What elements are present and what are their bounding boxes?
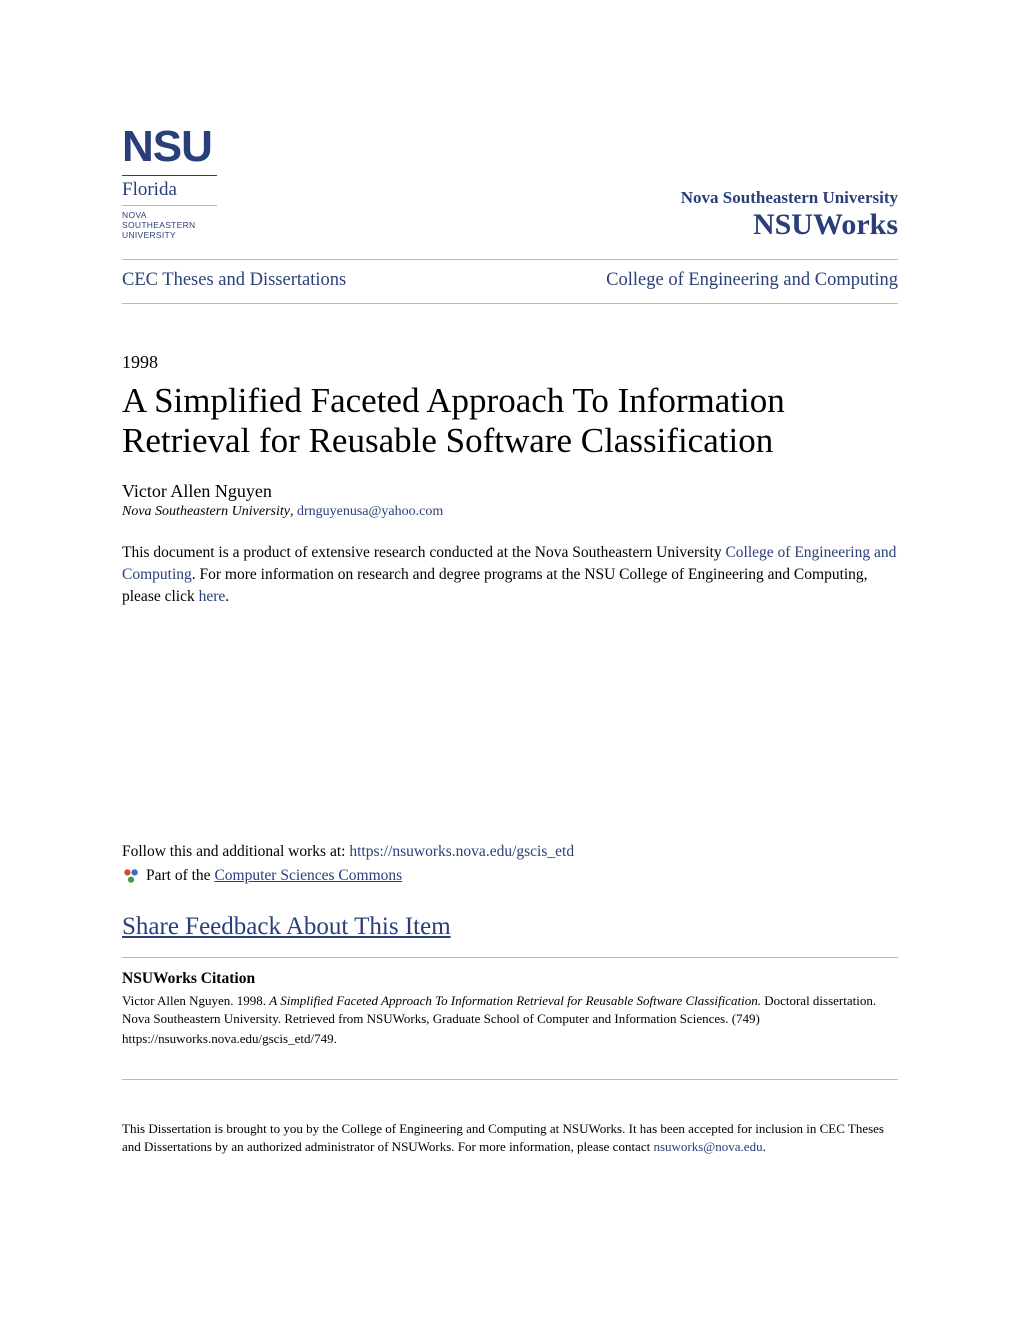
repository-university: Nova Southeastern University xyxy=(681,188,898,208)
footer-text-1: This Dissertation is brought to you by t… xyxy=(122,1121,884,1154)
footer-note: This Dissertation is brought to you by t… xyxy=(122,1120,898,1156)
author-name: Victor Allen Nguyen xyxy=(122,481,898,502)
divider-citation xyxy=(122,1079,898,1080)
intro-text-1: This document is a product of extensive … xyxy=(122,544,725,561)
divider-feedback xyxy=(122,957,898,958)
citation-heading: NSUWorks Citation xyxy=(122,970,898,988)
divider-nav xyxy=(122,303,898,304)
partof-label: Part of the xyxy=(146,867,214,884)
intro-text-3: . xyxy=(225,588,229,605)
logo-subtext: NOVA SOUTHEASTERN UNIVERSITY xyxy=(122,205,217,241)
citation-url: https://nsuworks.nova.edu/gscis_etd/749. xyxy=(122,1030,898,1048)
commons-link[interactable]: Computer Sciences Commons xyxy=(214,867,402,884)
intro-paragraph: This document is a product of extensive … xyxy=(122,542,898,608)
affiliation-line: Nova Southeastern University, drnguyenus… xyxy=(122,504,898,520)
follow-section: Follow this and additional works at: htt… xyxy=(122,843,898,885)
follow-line: Follow this and additional works at: htt… xyxy=(122,843,898,861)
institution-logo: NSU Florida NOVA SOUTHEASTERN UNIVERSITY xyxy=(122,125,217,241)
follow-url-link[interactable]: https://nsuworks.nova.edu/gscis_etd xyxy=(349,843,574,860)
network-icon xyxy=(122,867,140,885)
header-row: NSU Florida NOVA SOUTHEASTERN UNIVERSITY… xyxy=(122,125,898,241)
breadcrumb-row: CEC Theses and Dissertations College of … xyxy=(122,260,898,303)
paper-title: A Simplified Faceted Approach To Informa… xyxy=(122,381,898,462)
citation-body: Victor Allen Nguyen. 1998. A Simplified … xyxy=(122,992,898,1028)
logo-florida-text: Florida xyxy=(122,175,217,201)
publication-year: 1998 xyxy=(122,352,898,373)
college-link[interactable]: College of Engineering and Computing xyxy=(606,270,898,291)
affiliation: Nova Southeastern University xyxy=(122,504,290,519)
author-email-link[interactable]: drnguyenusa@yahoo.com xyxy=(297,504,443,519)
feedback-link[interactable]: Share Feedback About This Item xyxy=(122,913,898,941)
logo-nsu-text: NSU xyxy=(122,125,217,169)
partof-line: Part of the Computer Sciences Commons xyxy=(122,867,898,885)
citation-title: A Simplified Faceted Approach To Informa… xyxy=(269,993,761,1008)
citation-author-year: Victor Allen Nguyen. 1998. xyxy=(122,993,269,1008)
intro-text-2: . For more information on research and d… xyxy=(122,566,868,605)
here-link[interactable]: here xyxy=(199,588,226,605)
repository-block: Nova Southeastern University NSUWorks xyxy=(681,188,898,241)
footer-text-2: . xyxy=(763,1139,766,1154)
follow-label: Follow this and additional works at: xyxy=(122,843,349,860)
repository-name: NSUWorks xyxy=(681,208,898,241)
collection-link[interactable]: CEC Theses and Dissertations xyxy=(122,270,346,291)
footer-email-link[interactable]: nsuworks@nova.edu xyxy=(653,1139,762,1154)
